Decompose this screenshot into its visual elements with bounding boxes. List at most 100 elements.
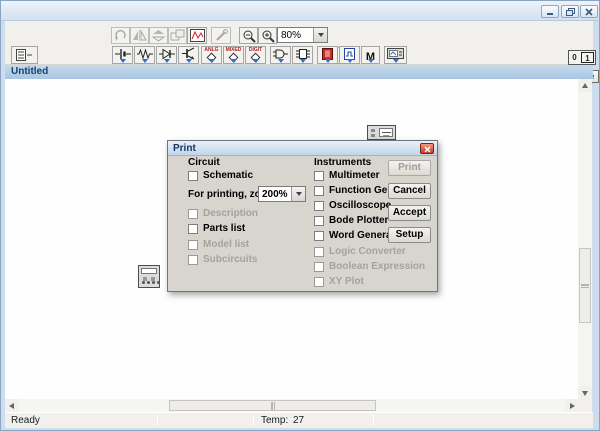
parts-bin-indicators[interactable] — [317, 46, 338, 64]
bin-arrow-icon — [209, 59, 215, 63]
checkbox-description: Description — [188, 208, 258, 219]
dialog-close-button[interactable] — [420, 143, 434, 154]
restore-button[interactable] — [561, 5, 579, 18]
checkbox-bode-plotter[interactable]: Bode Plotter — [314, 215, 388, 226]
checkbox-logic-converter: Logic Converter — [314, 246, 406, 257]
checkbox-label: Boolean Expression — [329, 261, 425, 272]
scroll-down-button[interactable] — [578, 386, 592, 399]
checkbox-schematic[interactable]: Schematic — [188, 170, 253, 181]
bin-arrow-icon — [393, 59, 399, 63]
fg-knob — [371, 134, 375, 137]
mm-terminal — [152, 281, 155, 284]
bin-arrow-icon — [325, 59, 331, 63]
checkbox-xy-plot: XY Plot — [314, 276, 364, 287]
accept-button[interactable]: Accept — [388, 205, 431, 221]
vertical-scroll-thumb[interactable] — [579, 248, 591, 323]
checkbox-label: Parts list — [203, 223, 245, 234]
flip-horizontal-button — [130, 27, 149, 44]
arrow-left-icon — [9, 403, 14, 409]
instruments-section-heading: Instruments — [314, 157, 371, 168]
rotate-icon — [114, 29, 127, 42]
chevron-down-icon — [318, 33, 324, 37]
parts-bin-analog-ics[interactable]: ANLG — [201, 46, 222, 64]
parts-bin-transistors[interactable] — [178, 46, 199, 64]
flip-vertical-button — [149, 27, 168, 44]
checkbox-label: Bode Plotter — [329, 215, 388, 226]
zoom-out-button[interactable] — [239, 27, 258, 44]
parts-bin-sources[interactable] — [112, 46, 133, 64]
cancel-button[interactable]: Cancel — [388, 183, 431, 199]
power-switch[interactable]: 0 1 — [568, 50, 596, 65]
parts-bin-logic-gates[interactable] — [270, 46, 291, 64]
checkbox-boolean-expression: Boolean Expression — [314, 261, 425, 272]
print-zoom-combo[interactable]: 200% — [258, 186, 306, 202]
horizontal-scrollbar[interactable] — [5, 399, 578, 412]
parts-bin-digital-ics[interactable]: DIGIT — [245, 46, 266, 64]
function-generator-icon[interactable] — [367, 125, 396, 140]
checkbox-parts-list[interactable]: Parts list — [188, 223, 245, 234]
vertical-scrollbar[interactable] — [578, 79, 592, 399]
arrow-right-icon — [570, 403, 575, 409]
checkbox-box — [188, 255, 198, 265]
checkbox-label: Multimeter — [329, 170, 380, 181]
thumb-grip — [271, 402, 275, 410]
fg-knob — [371, 129, 375, 132]
checkbox-box — [314, 247, 324, 257]
display-graphs-button[interactable] — [187, 27, 207, 44]
checkbox-label: Subcircuits — [203, 254, 257, 265]
minimize-icon — [546, 8, 554, 16]
checkbox-box — [188, 240, 198, 250]
parts-bin-miscellaneous[interactable]: M — [361, 46, 380, 64]
mm-terminal — [142, 281, 145, 284]
combo-dropdown-button[interactable] — [291, 187, 305, 201]
parts-bin-digital[interactable] — [292, 46, 313, 64]
multimeter-icon[interactable] — [138, 265, 160, 288]
horizontal-scroll-thumb[interactable] — [169, 400, 376, 411]
checkbox-multimeter[interactable]: Multimeter — [314, 170, 380, 181]
minimize-button[interactable] — [541, 5, 559, 18]
parts-bin-diodes[interactable] — [156, 46, 177, 64]
bin-arrow-icon — [300, 59, 306, 63]
power-on-label: 1 — [581, 52, 594, 63]
zoom-in-button[interactable] — [258, 27, 277, 44]
checkbox-box — [188, 171, 198, 181]
window-titlebar[interactable] — [1, 1, 600, 21]
checkbox-label: Oscilloscope — [329, 200, 391, 211]
setup-button[interactable]: Setup — [388, 227, 431, 243]
component-properties-button — [211, 27, 231, 44]
parts-bin-favorites[interactable] — [11, 46, 38, 64]
checkbox-label: Description — [203, 208, 258, 219]
bin-arrow-icon — [231, 59, 237, 63]
document-title: Untitled — [11, 66, 48, 77]
bin-arrow-icon — [164, 59, 170, 63]
checkbox-box — [314, 216, 324, 226]
scroll-left-button[interactable] — [5, 399, 18, 412]
checkbox-box — [314, 171, 324, 181]
mm-terminal — [157, 281, 160, 284]
bin-arrow-icon — [186, 59, 192, 63]
circuit-section-heading: Circuit — [188, 157, 220, 168]
bin-arrow-icon — [120, 59, 126, 63]
zoom-level-combo[interactable]: 80% — [277, 27, 328, 43]
status-divider — [373, 415, 374, 426]
parts-bin-mixed-ics[interactable]: MIXED — [223, 46, 244, 64]
print-dialog-titlebar[interactable]: Print — [168, 141, 437, 156]
parts-bin-basic[interactable] — [134, 46, 155, 64]
print-dialog-title: Print — [173, 142, 196, 155]
checkbox-label: Schematic — [203, 170, 253, 181]
checkbox-box — [314, 262, 324, 272]
combo-dropdown-button[interactable] — [313, 28, 327, 42]
thumb-grip — [581, 284, 589, 288]
scroll-up-button[interactable] — [578, 79, 592, 92]
status-temp-label: Temp: — [261, 415, 288, 427]
checkbox-model-list: Model list — [188, 239, 249, 250]
chevron-down-icon — [296, 192, 302, 196]
checkbox-oscilloscope[interactable]: Oscilloscope — [314, 200, 391, 211]
close-button[interactable] — [580, 5, 598, 18]
parts-bin-instruments[interactable] — [384, 46, 407, 64]
scroll-right-button[interactable] — [565, 399, 578, 412]
bin-arrow-icon — [253, 59, 259, 63]
zoom-level-value: 80% — [281, 29, 301, 42]
document-titlebar[interactable]: Untitled — [5, 65, 593, 79]
parts-bin-controls[interactable] — [339, 46, 360, 64]
